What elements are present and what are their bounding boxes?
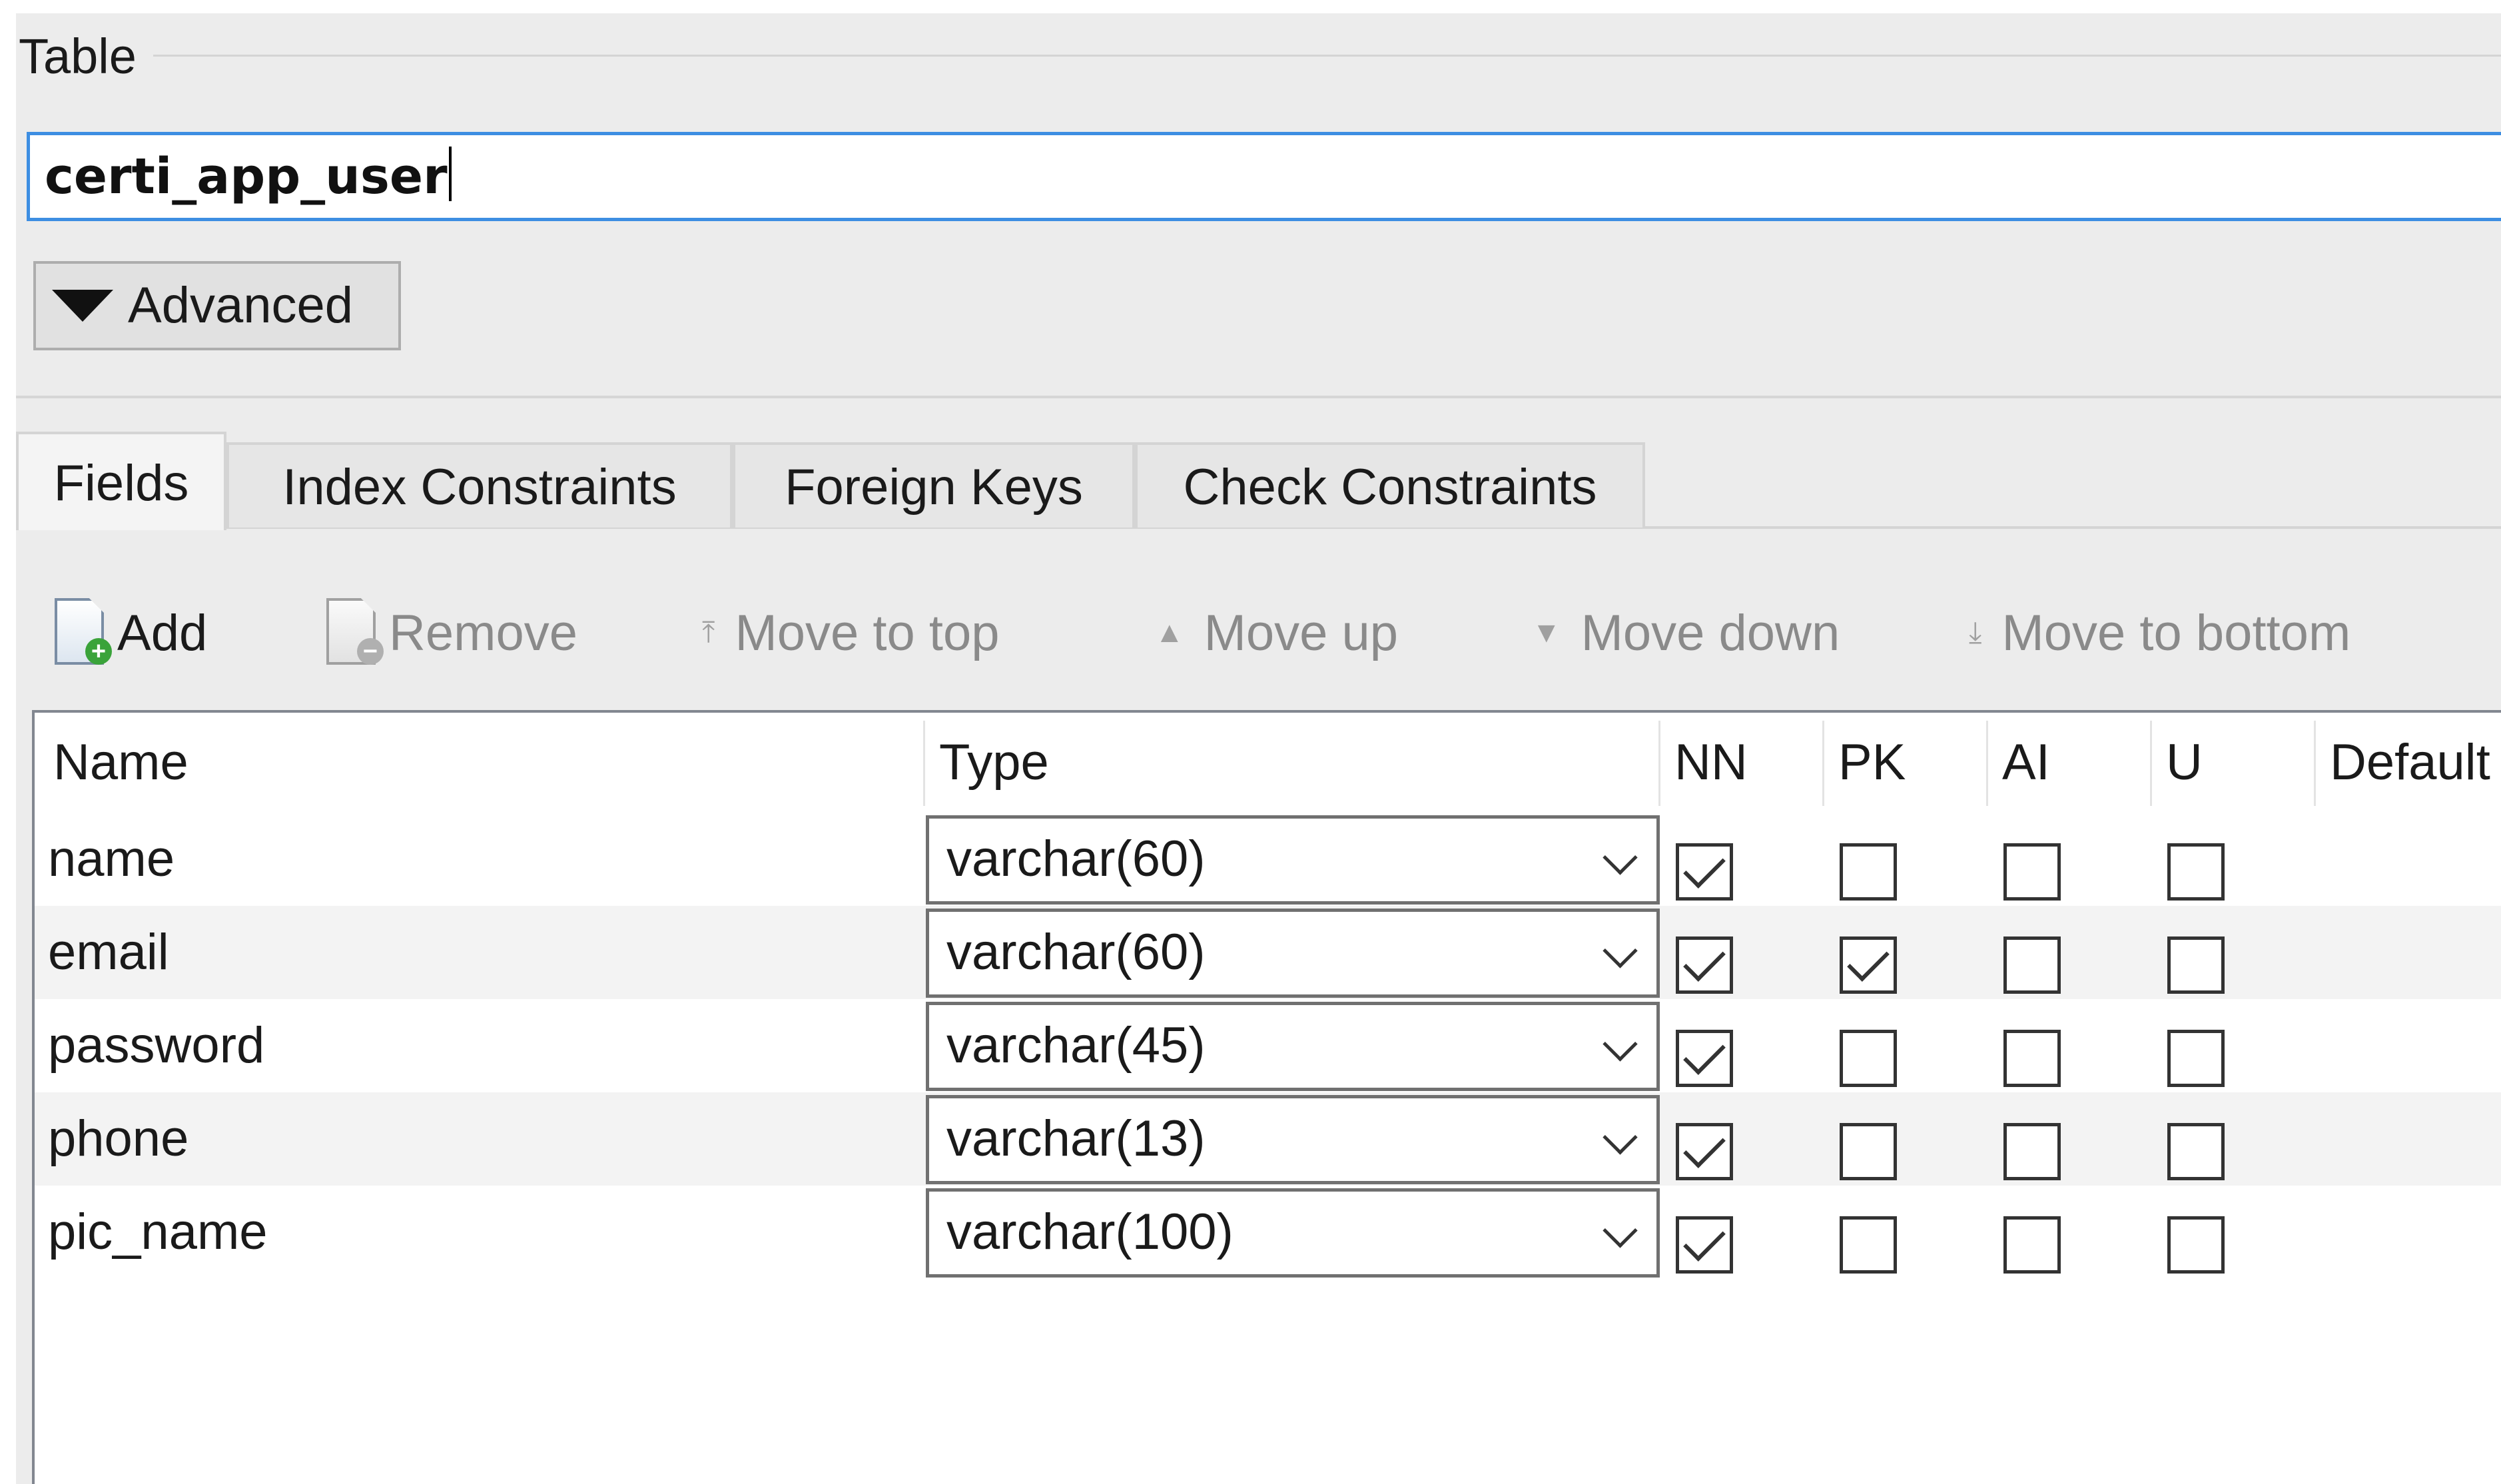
column-header-default[interactable]: Default bbox=[2315, 713, 2501, 813]
ai-checkbox[interactable] bbox=[2003, 1030, 2061, 1087]
chevron-down-icon bbox=[1603, 1213, 1638, 1248]
left-edge bbox=[0, 0, 16, 1484]
section-divider bbox=[16, 396, 2501, 398]
field-row[interactable]: name varchar(60) bbox=[35, 813, 2501, 906]
move-to-top-label: Move to top bbox=[735, 604, 1000, 661]
table-name-value: certi_app_user bbox=[45, 148, 448, 205]
u-checkbox[interactable] bbox=[2167, 1216, 2225, 1274]
move-up-label: Move up bbox=[1204, 604, 1399, 661]
column-header-pk[interactable]: PK bbox=[1824, 713, 1987, 813]
field-name-cell[interactable]: pic_name bbox=[48, 1186, 268, 1279]
column-header-ai[interactable]: AI bbox=[1987, 713, 2151, 813]
table-name-input[interactable]: certi_app_user bbox=[27, 132, 2501, 221]
add-field-button[interactable]: + Add bbox=[52, 586, 207, 679]
pk-checkbox[interactable] bbox=[1840, 1123, 1897, 1180]
add-document-icon: + bbox=[52, 595, 113, 670]
column-header-u[interactable]: U bbox=[2151, 713, 2315, 813]
nn-checkbox[interactable] bbox=[1676, 1123, 1733, 1180]
u-checkbox[interactable] bbox=[2167, 936, 2225, 994]
text-caret bbox=[448, 147, 452, 201]
tab-check-constraints[interactable]: Check Constraints bbox=[1135, 442, 1645, 528]
field-type-dropdown[interactable]: varchar(45) bbox=[926, 1002, 1660, 1091]
top-edge bbox=[0, 0, 2501, 13]
table-editor-window: Table certi_app_user Advanced Fields Ind… bbox=[0, 0, 2501, 1484]
chevron-down-icon bbox=[1603, 840, 1638, 875]
move-down-label: Move down bbox=[1581, 604, 1840, 661]
chevron-down-icon bbox=[1603, 1120, 1638, 1155]
move-down-button[interactable]: ▼ Move down bbox=[1532, 586, 1840, 679]
u-checkbox[interactable] bbox=[2167, 1123, 2225, 1180]
chevron-down-icon bbox=[1603, 1026, 1638, 1062]
field-type-value: varchar(60) bbox=[946, 831, 1206, 887]
field-type-dropdown[interactable]: varchar(60) bbox=[926, 815, 1660, 905]
move-to-bottom-label: Move to bottom bbox=[2001, 604, 2351, 661]
grid-header-row: Name Type NN PK AI U Default bbox=[35, 713, 2501, 813]
move-up-button[interactable]: ▲ Move up bbox=[1155, 586, 1398, 679]
column-header-type[interactable]: Type bbox=[924, 713, 1660, 813]
chevron-down-icon bbox=[1603, 933, 1638, 968]
ai-checkbox[interactable] bbox=[2003, 936, 2061, 994]
advanced-label: Advanced bbox=[128, 277, 354, 334]
tab-foreign-keys[interactable]: Foreign Keys bbox=[733, 442, 1135, 528]
nn-checkbox[interactable] bbox=[1676, 1216, 1733, 1274]
group-title: Table bbox=[19, 27, 145, 87]
field-type-value: varchar(13) bbox=[946, 1110, 1206, 1167]
u-checkbox[interactable] bbox=[2167, 1030, 2225, 1087]
ai-checkbox[interactable] bbox=[2003, 1123, 2061, 1180]
field-type-dropdown[interactable]: varchar(13) bbox=[926, 1095, 1660, 1184]
pk-checkbox[interactable] bbox=[1840, 843, 1897, 901]
ai-checkbox[interactable] bbox=[2003, 1216, 2061, 1274]
field-type-value: varchar(100) bbox=[946, 1204, 1234, 1260]
field-row[interactable]: email varchar(60) bbox=[35, 906, 2501, 999]
tab-fields[interactable]: Fields bbox=[16, 432, 226, 530]
field-row[interactable]: phone varchar(13) bbox=[35, 1092, 2501, 1186]
remove-field-button[interactable]: − Remove bbox=[324, 586, 577, 679]
pk-checkbox[interactable] bbox=[1840, 1216, 1897, 1274]
move-to-bottom-button[interactable]: ⤓ Move to bottom bbox=[1969, 586, 2350, 679]
nn-checkbox[interactable] bbox=[1676, 1030, 1733, 1087]
field-row[interactable]: pic_name varchar(100) bbox=[35, 1186, 2501, 1279]
move-to-top-button[interactable]: ⤒ Move to top bbox=[702, 586, 1000, 679]
field-type-value: varchar(60) bbox=[946, 924, 1206, 980]
nn-checkbox[interactable] bbox=[1676, 936, 1733, 994]
field-row[interactable]: password varchar(45) bbox=[35, 999, 2501, 1092]
field-type-value: varchar(45) bbox=[946, 1017, 1206, 1074]
move-to-bottom-icon: ⤓ bbox=[1969, 616, 1982, 649]
fields-grid: Name Type NN PK AI U Default name varchar… bbox=[32, 710, 2501, 1484]
group-box-line bbox=[153, 55, 2501, 57]
arrow-down-icon: ▼ bbox=[1532, 616, 1561, 649]
tab-index-constraints[interactable]: Index Constraints bbox=[226, 442, 733, 528]
column-header-name[interactable]: Name bbox=[39, 713, 924, 813]
field-name-cell[interactable]: password bbox=[48, 999, 264, 1092]
triangle-down-icon bbox=[52, 290, 113, 322]
field-type-dropdown[interactable]: varchar(100) bbox=[926, 1188, 1660, 1278]
arrow-up-icon: ▲ bbox=[1155, 616, 1184, 649]
add-label: Add bbox=[117, 604, 208, 661]
remove-document-icon: − bbox=[324, 595, 385, 670]
field-type-dropdown[interactable]: varchar(60) bbox=[926, 909, 1660, 998]
pk-checkbox[interactable] bbox=[1840, 936, 1897, 994]
advanced-toggle-button[interactable]: Advanced bbox=[33, 261, 401, 350]
field-name-cell[interactable]: email bbox=[48, 906, 169, 999]
u-checkbox[interactable] bbox=[2167, 843, 2225, 901]
field-name-cell[interactable]: name bbox=[48, 813, 175, 906]
column-header-nn[interactable]: NN bbox=[1660, 713, 1824, 813]
nn-checkbox[interactable] bbox=[1676, 843, 1733, 901]
field-name-cell[interactable]: phone bbox=[48, 1092, 188, 1186]
move-to-top-icon: ⤒ bbox=[702, 616, 715, 649]
ai-checkbox[interactable] bbox=[2003, 843, 2061, 901]
pk-checkbox[interactable] bbox=[1840, 1030, 1897, 1087]
remove-label: Remove bbox=[389, 604, 577, 661]
